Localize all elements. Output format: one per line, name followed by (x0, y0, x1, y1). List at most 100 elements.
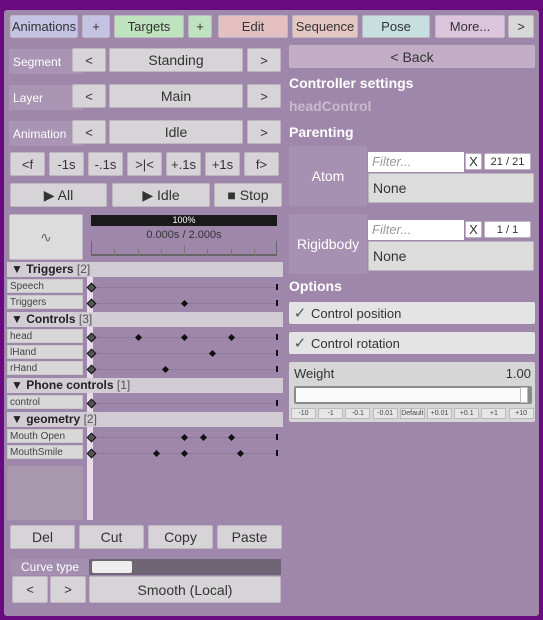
zoom-bar[interactable]: 100% (91, 215, 277, 226)
track-line (91, 369, 277, 370)
play-all-button[interactable]: ▶ All (10, 183, 107, 207)
delete-button[interactable]: Del (10, 525, 75, 549)
curve-type-label: Curve type (11, 559, 89, 575)
tab-add-animation[interactable]: + (82, 15, 110, 38)
track-label[interactable]: Triggers (7, 295, 83, 309)
curve-type-select[interactable]: Smooth (Local) (89, 576, 281, 603)
atom-filter-input[interactable]: Filter... (368, 152, 464, 172)
keyframe-end-marker[interactable] (276, 350, 278, 356)
next-keyframe-button[interactable]: f> (244, 152, 279, 176)
tab-edit[interactable]: Edit (218, 15, 288, 38)
group-name: ▼ Phone controls (11, 378, 114, 392)
stop-button[interactable]: ■ Stop (214, 183, 282, 207)
layer-next-button[interactable]: > (247, 84, 281, 108)
weight-step-button[interactable]: -1 (318, 408, 344, 419)
weight-label: Weight (294, 366, 335, 381)
keyframe-end-marker[interactable] (276, 284, 278, 290)
atom-clear-button[interactable]: X (465, 153, 482, 170)
layer-select[interactable]: Main (109, 84, 243, 108)
track-line (91, 353, 277, 354)
rigidbody-clear-button[interactable]: X (465, 221, 482, 238)
ruler-tick (114, 249, 116, 256)
track-label[interactable]: lHand (7, 345, 83, 359)
curve-next-button[interactable]: > (50, 576, 86, 603)
group-name: ▼ Triggers (11, 262, 74, 276)
layer-prev-button[interactable]: < (72, 84, 106, 108)
weight-step-button[interactable]: Default (399, 408, 425, 419)
segment-select[interactable]: Standing (109, 48, 243, 72)
checkmark-icon: ✓ (293, 335, 307, 352)
back-button[interactable]: < Back (289, 45, 535, 68)
weight-slider-handle[interactable] (520, 387, 528, 403)
rigidbody-filter-input[interactable]: Filter... (368, 220, 464, 240)
tab-next[interactable]: > (508, 15, 534, 38)
track-label[interactable]: Mouth Open (7, 429, 83, 443)
cut-button[interactable]: Cut (79, 525, 144, 549)
curve-preview-button[interactable]: ∿ (9, 214, 83, 260)
animation-next-button[interactable]: > (247, 120, 281, 144)
control-rotation-checkbox[interactable]: ✓ Control rotation (289, 332, 535, 354)
animation-prev-button[interactable]: < (72, 120, 106, 144)
rigidbody-select[interactable]: None (368, 241, 534, 271)
curve-icon: ∿ (40, 228, 52, 245)
atom-select[interactable]: None (368, 173, 534, 203)
control-position-checkbox[interactable]: ✓ Control position (289, 302, 535, 324)
tab-more[interactable]: More... (435, 15, 505, 38)
controller-name: headControl (289, 98, 372, 114)
weight-step-button[interactable]: -0.1 (345, 408, 371, 419)
keyframe-end-marker[interactable] (276, 300, 278, 306)
track-line (91, 287, 277, 288)
keyframe-end-marker[interactable] (276, 434, 278, 440)
ruler-tick (160, 249, 162, 256)
weight-step-button[interactable]: +10 (508, 408, 534, 419)
paste-button[interactable]: Paste (217, 525, 282, 549)
group-count: [1] (116, 378, 131, 392)
options-title: Options (289, 278, 342, 294)
weight-step-button[interactable]: +0.1 (454, 408, 480, 419)
track-label[interactable]: head (7, 329, 83, 343)
play-idle-button[interactable]: ▶ Idle (112, 183, 210, 207)
track-line (91, 403, 277, 404)
tab-add-target[interactable]: + (188, 15, 212, 38)
tab-sequence[interactable]: Sequence (292, 15, 358, 38)
minus-1s-button[interactable]: -1s (49, 152, 84, 176)
minus-01s-button[interactable]: -.1s (88, 152, 123, 176)
weight-step-button[interactable]: -0.01 (372, 408, 398, 419)
curve-prev-button[interactable]: < (12, 576, 48, 603)
segment-next-button[interactable]: > (247, 48, 281, 72)
keyframe-end-marker[interactable] (276, 400, 278, 406)
rigidbody-label: Rigidbody (289, 214, 367, 274)
group-count: [2] (76, 262, 91, 276)
keyframe-end-marker[interactable] (276, 334, 278, 340)
segment-prev-button[interactable]: < (72, 48, 106, 72)
tab-targets[interactable]: Targets (114, 15, 184, 38)
prev-keyframe-button[interactable]: <f (10, 152, 45, 176)
track-label[interactable]: rHand (7, 361, 83, 375)
keyframe-end-marker[interactable] (276, 366, 278, 372)
weight-value: 1.00 (505, 366, 531, 381)
controller-settings-title: Controller settings (289, 75, 414, 91)
track-label[interactable]: MouthSmile (7, 445, 83, 459)
snap-button[interactable]: >|< (127, 152, 162, 176)
weight-step-button[interactable]: -10 (291, 408, 316, 419)
control-rotation-label: Control rotation (311, 335, 400, 351)
animation-select[interactable]: Idle (109, 120, 243, 144)
weight-step-button[interactable]: +0.01 (427, 408, 452, 419)
plus-01s-button[interactable]: +.1s (166, 152, 201, 176)
keyframe-end-marker[interactable] (276, 450, 278, 456)
control-position-label: Control position (311, 305, 402, 321)
copy-button[interactable]: Copy (148, 525, 213, 549)
tab-pose[interactable]: Pose (362, 15, 430, 38)
track-group-header[interactable]: ▼ Triggers [2] (7, 262, 283, 277)
track-group-header[interactable]: ▼ geometry [2] (7, 412, 283, 427)
curve-slider-handle[interactable] (92, 561, 132, 573)
track-group-header[interactable]: ▼ Phone controls [1] (7, 378, 283, 393)
weight-step-button[interactable]: +1 (481, 408, 507, 419)
track-label[interactable]: control (7, 395, 83, 409)
plus-1s-button[interactable]: +1s (205, 152, 240, 176)
atom-label: Atom (289, 146, 367, 206)
track-group-header[interactable]: ▼ Controls [3] (7, 312, 283, 327)
track-label[interactable]: Speech (7, 279, 83, 293)
tab-animations[interactable]: Animations (10, 15, 78, 38)
rigidbody-count: 1 / 1 (484, 221, 531, 238)
